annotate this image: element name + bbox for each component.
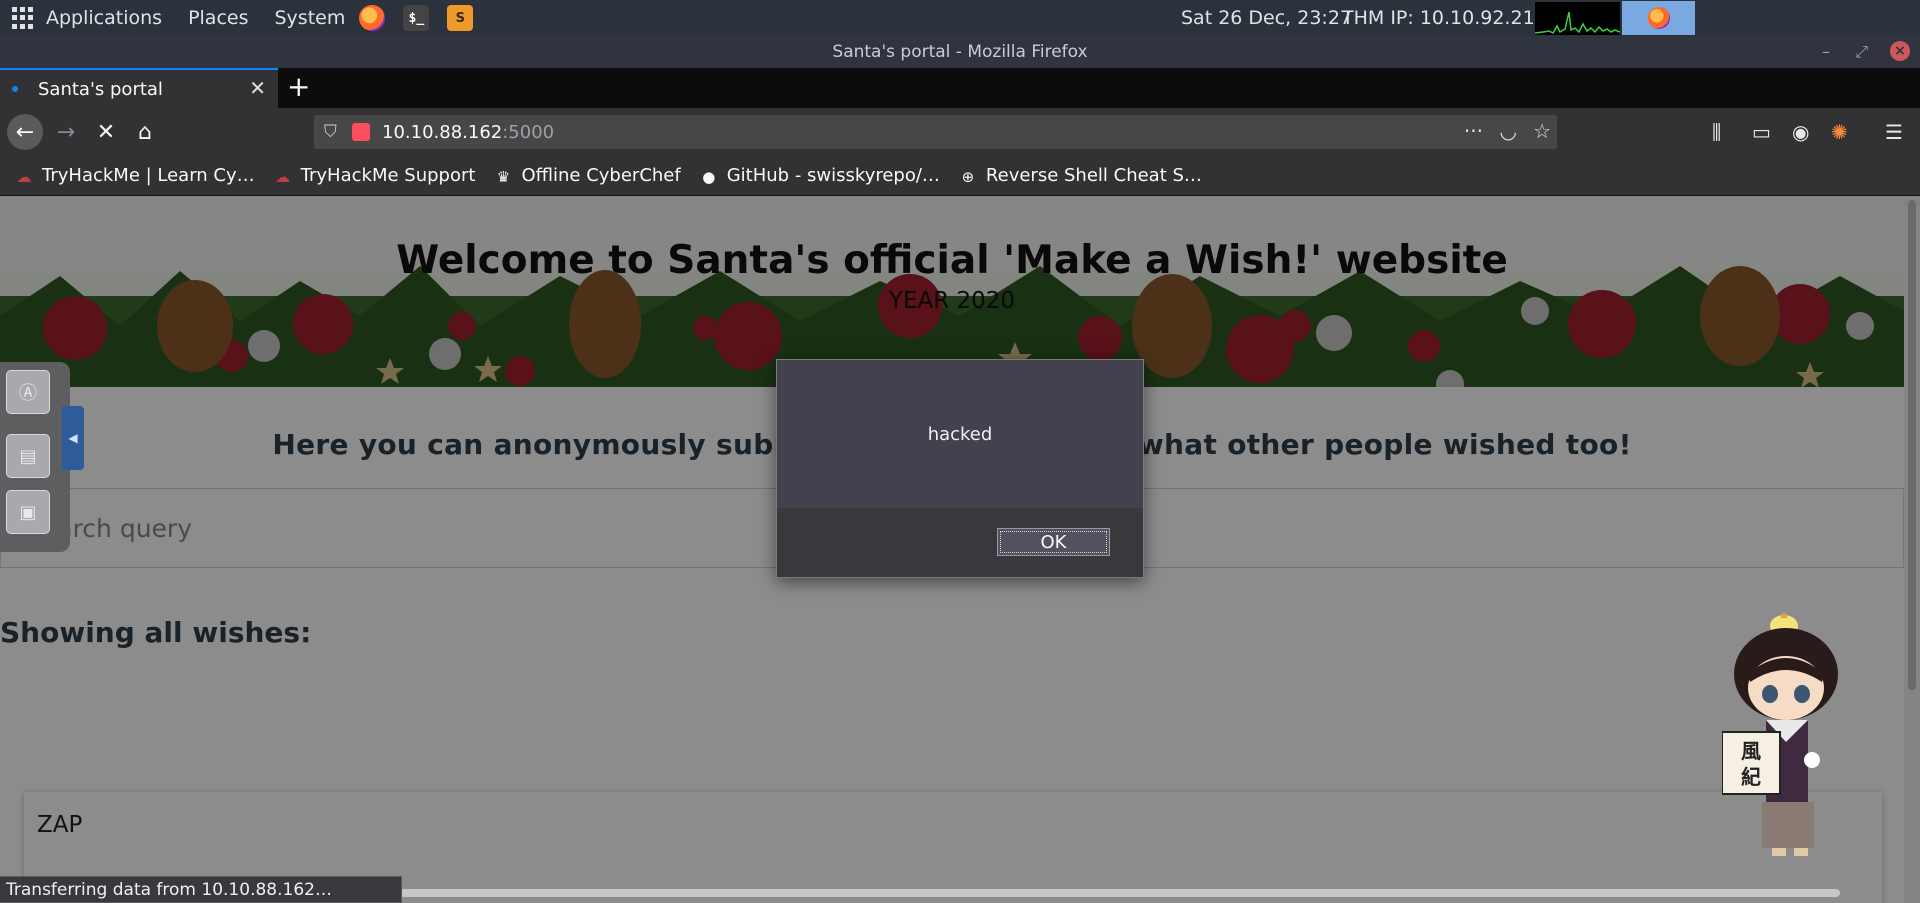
url-host: 10.10.88.162 (382, 121, 503, 143)
alert-dialog: hacked OK (776, 359, 1144, 578)
zap-collapse-handle-icon[interactable]: ◀ (62, 406, 84, 470)
loading-dot-icon (12, 86, 18, 92)
sublime-launcher-icon[interactable]: S (447, 5, 474, 31)
github-icon: ● (702, 167, 716, 186)
system-monitor-graph (1535, 2, 1620, 35)
close-tab-icon[interactable]: ✕ (249, 76, 266, 100)
menu-places[interactable]: Places (188, 7, 248, 29)
firefox-icon (1647, 7, 1670, 29)
chef-icon: ♛ (496, 167, 511, 186)
tab-label: Santa's portal (38, 78, 163, 100)
minimize-icon[interactable]: – (1822, 42, 1830, 61)
window-title: Santa's portal - Mozilla Firefox (832, 42, 1088, 62)
zap-hud-panel: Ⓐ ▤ ▣ ◀ (0, 362, 84, 552)
zap-page-icon[interactable]: ▣ (6, 490, 50, 534)
foxyproxy-icon[interactable]: ✺ (1831, 120, 1848, 144)
url-bar[interactable]: ⛉ 10.10.88.162:5000 ··· ◡ ☆ (314, 115, 1557, 149)
window-titlebar: Santa's portal - Mozilla Firefox – ⤢ × (0, 36, 1920, 68)
terminal-launcher-icon[interactable]: $_ (403, 5, 430, 31)
stop-loading-icon[interactable]: ✕ (88, 114, 124, 150)
bookmark-cyberchef[interactable]: ♛ Offline CyberChef (493, 165, 681, 186)
bookmark-label: TryHackMe | Learn Cy… (42, 165, 255, 186)
insecure-connection-icon[interactable] (352, 123, 370, 141)
bookmark-tryhackme[interactable]: ☁ TryHackMe | Learn Cy… (14, 165, 255, 186)
home-icon[interactable]: ⌂ (127, 114, 163, 150)
bookmark-github[interactable]: ● GitHub - swisskyrepo/… (699, 165, 940, 186)
close-window-icon[interactable]: × (1890, 41, 1910, 61)
cloud-icon: ☁ (16, 167, 32, 186)
tab-strip: Santa's portal ✕ + (0, 68, 1920, 108)
bookmarks-toolbar: ☁ TryHackMe | Learn Cy… ☁ TryHackMe Supp… (0, 156, 1920, 196)
bookmark-label: Reverse Shell Cheat S… (985, 165, 1202, 186)
navigation-bar: ← → ✕ ⌂ ⛉ 10.10.88.162:5000 ··· ◡ ☆ ⫼ ▭ … (0, 108, 1920, 156)
svg-text:紀: 紀 (1741, 765, 1761, 789)
cloud-icon: ☁ (275, 167, 291, 186)
taskbar-firefox-button[interactable] (1622, 1, 1695, 35)
thm-ip-label: THM IP: 10.10.92.214 (1342, 7, 1547, 29)
back-button-icon[interactable]: ← (7, 114, 43, 150)
bookmark-star-icon[interactable]: ☆ (1533, 119, 1551, 143)
status-bar: Transferring data from 10.10.88.162… (0, 876, 402, 903)
bookmark-label: Offline CyberChef (521, 165, 681, 186)
page-actions-icon[interactable]: ··· (1464, 119, 1483, 143)
hamburger-menu-icon[interactable]: ☰ (1885, 120, 1903, 144)
alert-message: hacked (927, 423, 993, 445)
library-icon[interactable]: ⫼ (1712, 120, 1721, 144)
tracking-shield-icon[interactable]: ⛉ (324, 122, 344, 142)
bookmark-reverse-shell[interactable]: ⊕ Reverse Shell Cheat S… (958, 165, 1202, 186)
zap-clipboard-icon[interactable]: ▤ (6, 434, 50, 478)
new-tab-icon[interactable]: + (287, 70, 310, 103)
ok-button[interactable]: OK (997, 528, 1110, 556)
menu-applications[interactable]: Applications (46, 7, 162, 29)
globe-icon: ⊕ (961, 167, 975, 186)
bookmark-tryhackme-support[interactable]: ☁ TryHackMe Support (273, 165, 476, 186)
menu-system[interactable]: System (274, 7, 345, 29)
svg-text:風: 風 (1741, 739, 1761, 763)
horizontal-scrollbar[interactable] (400, 889, 1840, 897)
apps-grid-icon[interactable] (12, 7, 34, 29)
forward-button-icon[interactable]: → (48, 114, 84, 150)
top-panel: Applications Places System $_ S Sat 26 D… (0, 0, 1920, 36)
account-icon[interactable]: ◉ (1792, 120, 1809, 144)
panel-clock[interactable]: Sat 26 Dec, 23:27 (1181, 7, 1352, 29)
maximize-icon[interactable]: ⤢ (1855, 42, 1868, 62)
url-port: :5000 (502, 121, 555, 143)
pocket-icon[interactable]: ◡ (1500, 119, 1517, 143)
sidebar-icon[interactable]: ▭ (1752, 120, 1771, 144)
bookmark-label: GitHub - swisskyrepo/… (726, 165, 940, 186)
firefox-launcher-icon[interactable] (359, 5, 386, 31)
tab-santas-portal[interactable]: Santa's portal ✕ (0, 68, 278, 108)
bookmark-label: TryHackMe Support (300, 165, 476, 186)
zap-alert-icon[interactable]: Ⓐ (6, 370, 50, 414)
chibi-mascot-image[interactable]: 風 紀 (1722, 612, 1867, 862)
